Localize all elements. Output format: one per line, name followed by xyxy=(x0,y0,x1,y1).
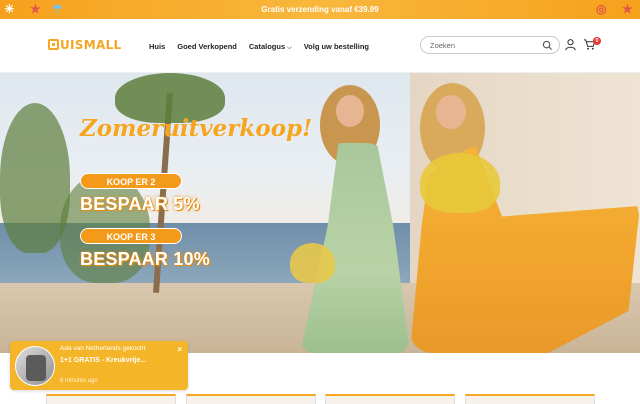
lifebuoy-icon: ◎ xyxy=(596,2,607,16)
logo-text: UISMALL xyxy=(60,38,122,52)
purchase-time-text: 8 minutes ago xyxy=(60,378,98,384)
logo-mark xyxy=(48,39,59,50)
product-card[interactable] xyxy=(465,394,595,404)
flower-bouquet xyxy=(420,153,500,213)
nav-item-catalog-label: Catalogus xyxy=(248,42,286,51)
model-face xyxy=(436,95,466,129)
search-input[interactable] xyxy=(430,40,540,51)
product-card[interactable] xyxy=(325,394,455,404)
offer-pill: KOOP ER 2 xyxy=(80,173,182,189)
chevron-down-icon: ⌵ xyxy=(287,45,292,51)
close-icon[interactable]: × xyxy=(177,345,182,354)
umbrella-icon: ☂ xyxy=(52,2,63,16)
product-card[interactable] xyxy=(186,394,316,404)
search-icon[interactable] xyxy=(542,40,553,51)
model-face xyxy=(336,95,364,127)
starfish-icon: ★ xyxy=(30,2,41,16)
hero-banner[interactable]: Zomeruitverkoop! KOOP ER 2 BESPAAR 5% KO… xyxy=(0,73,640,353)
nav-item-bestsellers[interactable]: Goed Verkopend xyxy=(177,42,237,52)
search-box xyxy=(420,36,560,54)
nav-item-track-order[interactable]: Volg uw bestelling xyxy=(304,42,369,52)
product-thumbnail xyxy=(15,346,55,386)
user-icon[interactable] xyxy=(564,38,577,51)
product-card[interactable] xyxy=(46,394,176,404)
offer-save-text: BESPAAR 10% xyxy=(80,249,210,269)
site-logo[interactable]: UISMALL xyxy=(48,38,121,52)
offer-save-text: BESPAAR 5% xyxy=(80,194,200,214)
purchase-notification[interactable]: Ada van Netherlands gekocht 1+1 GRATIS -… xyxy=(10,341,188,390)
purchase-buyer-text: Ada van Netherlands gekocht xyxy=(60,345,146,352)
nav-item-home[interactable]: Huis xyxy=(149,42,165,52)
starfish-icon: ★ xyxy=(622,2,633,16)
purchase-product-text[interactable]: 1+1 GRATIS - Kreukvrije... xyxy=(60,357,146,364)
offer-pill: KOOP ER 3 xyxy=(80,228,182,244)
flower-bouquet xyxy=(290,243,335,283)
sun-icon: ☀ xyxy=(4,2,15,16)
hero-title: Zomeruitverkoop! xyxy=(80,115,313,142)
announcement-text: Gratis verzending vanaf €39.99 xyxy=(261,5,379,14)
announcement-bar: ☀ ★ ☂ Gratis verzending vanaf €39.99 ◎ ★ xyxy=(0,0,640,19)
site-header: UISMALL Huis Goed Verkopend Catalogus ⌵ V… xyxy=(0,19,640,73)
main-nav: Huis Goed Verkopend Catalogus ⌵ Volg uw b… xyxy=(149,42,369,52)
nav-item-catalog[interactable]: Catalogus ⌵ xyxy=(249,42,292,52)
cart-count-badge: 0 xyxy=(593,37,601,45)
